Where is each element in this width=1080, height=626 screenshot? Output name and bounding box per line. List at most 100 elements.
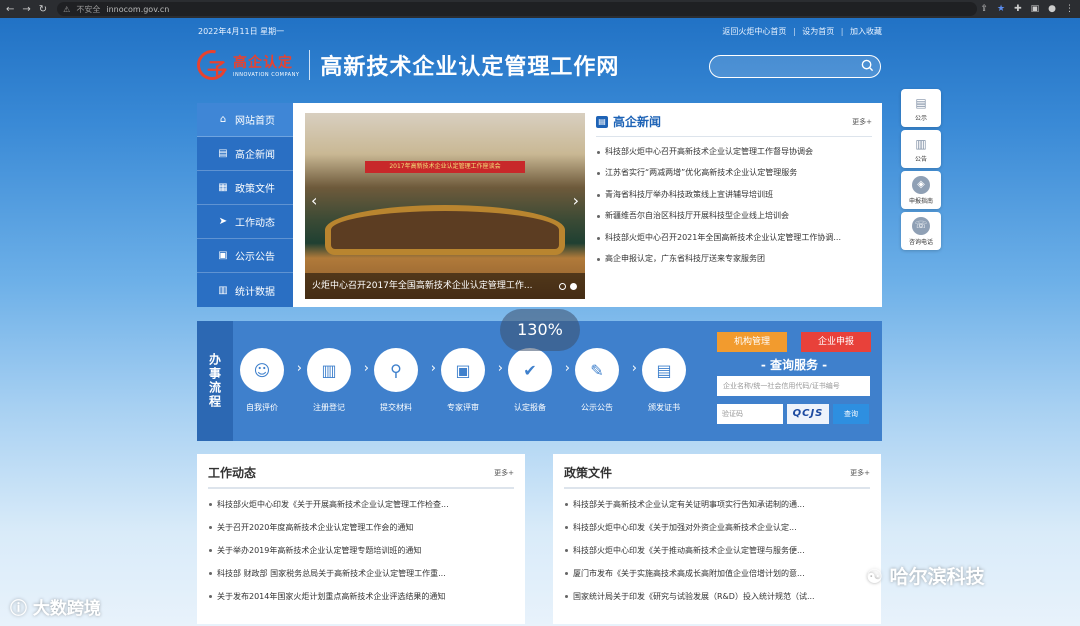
news-more-link[interactable]: 更多+ xyxy=(852,117,872,127)
menu-news[interactable]: ▤ 高企新闻 xyxy=(197,137,293,171)
step-register[interactable]: ▥ 注册登记 › xyxy=(306,348,369,413)
news-item[interactable]: 高企申报认定，广东省科技厅送来专家服务团 xyxy=(596,248,872,269)
conference-table xyxy=(325,205,565,255)
work-item[interactable]: 科技部 财政部 国家税务总局关于高新技术企业认定管理工作重... xyxy=(208,562,514,585)
newspaper-icon: ▤ xyxy=(596,115,608,128)
news-carousel[interactable]: 2017年高新技术企业认定管理工作座谈会 ‹ › 火炬中心召开2017年全国高新… xyxy=(305,113,585,299)
url-text: innocom.gov.cn xyxy=(106,4,170,14)
step-self-evaluation[interactable]: ☺ 自我评价 › xyxy=(239,348,302,413)
news-title: 高企新闻 xyxy=(613,115,662,129)
carousel-dot[interactable] xyxy=(559,283,566,290)
search-icon[interactable] xyxy=(861,59,874,72)
step-submit[interactable]: ⚲ 提交材料 › xyxy=(373,348,436,413)
announce-icon: ✎ xyxy=(575,348,619,392)
side-menu: ⌂ 网站首页 ▤ 高企新闻 ▦ 政策文件 ➤ 工作动态 ▣ 公示公告 ▥ 统计数据 xyxy=(197,103,293,307)
enterprise-apply-button[interactable]: 企业申报 xyxy=(801,332,871,352)
menu-stats[interactable]: ▥ 统计数据 xyxy=(197,273,293,307)
link-add-favorite[interactable]: 加入收藏 xyxy=(850,27,882,36)
tool-phone[interactable]: ☏ 咨询电话 xyxy=(901,212,941,250)
captcha-input[interactable]: 验证码 xyxy=(717,404,783,424)
forward-icon[interactable]: → xyxy=(22,4,30,15)
chevron-right-icon: › xyxy=(631,361,637,376)
policy-item[interactable]: 科技部火炬中心印发《关于加强对外资企业高新技术企业认定... xyxy=(564,516,870,539)
work-panel: 工作动态 更多+ 科技部火炬中心印发《关于开展高新技术企业认定管理工作检查...… xyxy=(197,454,525,624)
news-item[interactable]: 科技部火炬中心召开高新技术企业认定管理工作督导协调会 xyxy=(596,141,872,162)
share-icon[interactable]: ⇪ xyxy=(980,4,988,14)
news-item[interactable]: 科技部火炬中心召开2021年全国高新技术企业认定管理工作协调... xyxy=(596,227,872,248)
query-button[interactable]: 查询 xyxy=(833,404,869,424)
back-icon[interactable]: ← xyxy=(6,4,14,15)
sidebar-icon[interactable]: ▣ xyxy=(1031,4,1040,14)
carousel-caption[interactable]: 火炬中心召开2017年全国高新技术企业认定管理工作... xyxy=(305,273,585,299)
floating-toolbar: ▤ 公示 ▥ 公告 ◈ 申报指南 ☏ 咨询电话 xyxy=(901,89,941,253)
logo-en: INNOVATION COMPANY xyxy=(233,72,300,78)
carousel-dot-active[interactable] xyxy=(570,283,577,290)
link-torch-home[interactable]: 返回火炬中心首页 xyxy=(722,27,786,36)
menu-home[interactable]: ⌂ 网站首页 xyxy=(197,103,293,137)
policy-title: 政策文件 xyxy=(564,466,613,480)
menu-notice[interactable]: ▣ 公示公告 xyxy=(197,239,293,273)
carousel-next-icon[interactable]: › xyxy=(573,191,579,210)
link-set-home[interactable]: 设为首页 xyxy=(802,27,834,36)
review-icon: ▣ xyxy=(441,348,485,392)
work-item[interactable]: 关于发布2014年国家火炬计划重点高新技术企业评选结果的通知 xyxy=(208,585,514,608)
register-icon: ▥ xyxy=(307,348,351,392)
menu-icon[interactable]: ⋮ xyxy=(1065,4,1074,14)
query-input[interactable]: 企业名称/统一社会信用代码/证书编号 xyxy=(717,376,870,396)
bookmark-star-icon[interactable]: ★ xyxy=(997,4,1005,14)
top-links: 返回火炬中心首页 | 设为首页 | 加入收藏 xyxy=(722,27,882,36)
step-expert-review[interactable]: ▣ 专家评审 › xyxy=(440,348,503,413)
chevron-right-icon: › xyxy=(564,361,570,376)
work-item[interactable]: 关于举办2019年高新技术企业认定管理专题培训班的通知 xyxy=(208,539,514,562)
profile-icon[interactable]: ● xyxy=(1048,4,1056,14)
policy-item[interactable]: 科技部火炬中心印发《关于推动高新技术企业认定管理与服务便... xyxy=(564,539,870,562)
certificate-icon: ▤ xyxy=(642,348,686,392)
menu-policy[interactable]: ▦ 政策文件 xyxy=(197,171,293,205)
step-publicity[interactable]: ✎ 公示公告 › xyxy=(574,348,637,413)
zoom-indicator: 130% xyxy=(500,309,580,351)
policy-panel: 政策文件 更多+ 科技部关于高新技术企业认定有关证明事项实行告知承诺制的通...… xyxy=(553,454,881,624)
carousel-prev-icon[interactable]: ‹ xyxy=(311,191,317,210)
current-date: 2022年4月11日 星期一 xyxy=(198,27,285,36)
phone-icon: ☏ xyxy=(912,216,930,235)
user-check-icon: ☺ xyxy=(240,348,284,392)
step-certificate[interactable]: ▤ 颁发证书 xyxy=(641,348,687,413)
warning-icon: ⚠ xyxy=(63,4,71,14)
extensions-icon[interactable]: ✚ xyxy=(1014,4,1022,14)
carousel-dots xyxy=(559,283,577,290)
policy-item[interactable]: 科技部关于高新技术企业认定有关证明事项实行告知承诺制的通... xyxy=(564,493,870,516)
search-input[interactable] xyxy=(709,55,881,78)
captcha-image[interactable]: QCJS xyxy=(787,404,829,424)
tool-public-notice[interactable]: ▤ 公示 xyxy=(901,89,941,127)
watermark-left: ⓘ 大数跨境 xyxy=(10,599,101,619)
logo-cn: 高企认定 xyxy=(233,55,293,71)
policy-item[interactable]: 国家统计局关于印发《研究与试验发展（R&D）投入统计规范（试... xyxy=(564,585,870,608)
news-item[interactable]: 江苏省实行“两减两增”优化高新技术企业认定管理服务 xyxy=(596,162,872,183)
news-item[interactable]: 新疆维吾尔自治区科技厅开展科技型企业线上培训会 xyxy=(596,205,872,226)
logo-mark-icon: 子 xyxy=(191,44,233,86)
institution-manage-button[interactable]: 机构管理 xyxy=(717,332,787,352)
menu-work[interactable]: ➤ 工作动态 xyxy=(197,205,293,239)
tool-announcement[interactable]: ▥ 公告 xyxy=(901,130,941,168)
process-steps: ☺ 自我评价 › ▥ 注册登记 › ⚲ 提交材料 › ▣ 专家评审 › ✔ 认定报备 › ✎ 公示公告… xyxy=(239,348,708,413)
policy-more-link[interactable]: 更多+ xyxy=(850,468,870,478)
step-approve[interactable]: ✔ 认定报备 › xyxy=(507,348,570,413)
main-panel: ⌂ 网站首页 ▤ 高企新闻 ▦ 政策文件 ➤ 工作动态 ▣ 公示公告 ▥ 统计数据 2017… xyxy=(197,103,882,307)
chevron-right-icon: › xyxy=(296,361,302,376)
reload-icon[interactable]: ↻ xyxy=(39,4,47,15)
news-panel: ▤ 高企新闻 更多+ 科技部火炬中心召开高新技术企业认定管理工作督导协调会 江苏省… xyxy=(596,113,872,269)
work-item[interactable]: 科技部火炬中心印发《关于开展高新技术企业认定管理工作检查... xyxy=(208,493,514,516)
watermark-right: ☯ 哈尔滨科技 xyxy=(866,566,985,588)
tool-guide[interactable]: ◈ 申报指南 xyxy=(901,171,941,209)
top-line: 2022年4月11日 星期一 返回火炬中心首页 | 设为首页 | 加入收藏 xyxy=(198,26,882,37)
work-more-link[interactable]: 更多+ xyxy=(494,468,514,478)
work-item[interactable]: 关于召开2020年度高新技术企业认定管理工作会的通知 xyxy=(208,516,514,539)
security-label: 不安全 xyxy=(76,4,101,14)
home-icon: ⌂ xyxy=(219,114,227,125)
submit-icon: ⚲ xyxy=(374,348,418,392)
news-icon: ▤ xyxy=(218,148,228,159)
policy-item[interactable]: 厦门市发布《关于实施高技术高成长高附加值企业倍增计划的意... xyxy=(564,562,870,585)
news-item[interactable]: 青海省科技厅举办科技政策线上宣讲辅导培训班 xyxy=(596,184,872,205)
site-logo[interactable]: 子 高企认定 INNOVATION COMPANY 高新技术企业认定管理工作网 xyxy=(191,44,619,86)
address-bar[interactable]: ⚠ 不安全 innocom.gov.cn xyxy=(57,2,978,16)
